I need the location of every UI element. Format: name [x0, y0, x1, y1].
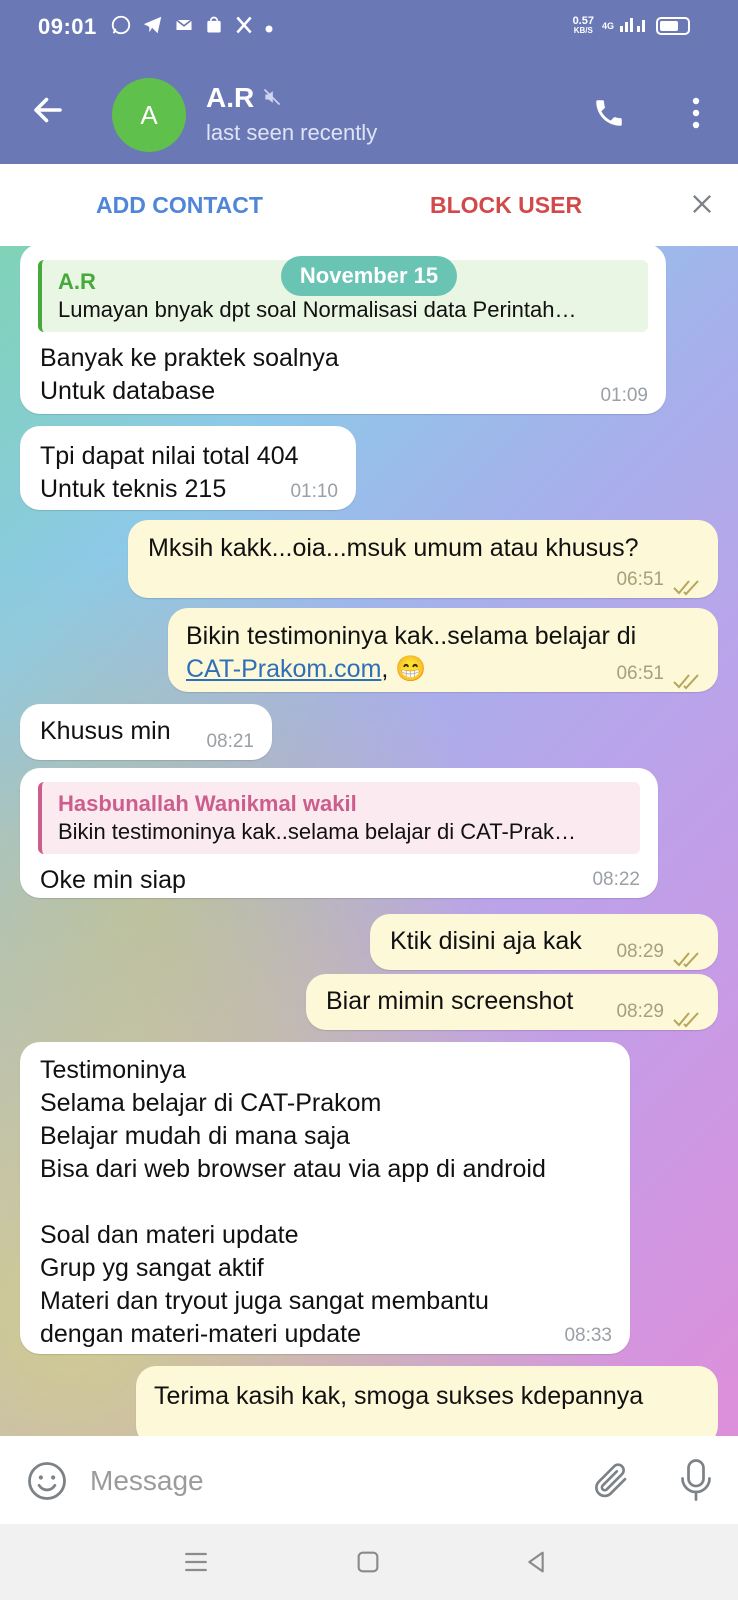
double-check-icon [672, 572, 704, 596]
net-speed-value: 0.57 [572, 14, 594, 27]
block-user-button[interactable]: BLOCK USER [430, 192, 582, 219]
message-time: 08:22 [592, 869, 640, 890]
net-speed-unit: KB/S [573, 25, 593, 35]
contact-name: A.R [206, 82, 255, 113]
contact-action-bar: ADD CONTACT BLOCK USER [0, 164, 738, 247]
menu-icon[interactable] [180, 1546, 212, 1578]
muted-icon [262, 82, 282, 114]
message-time: 06:51 [616, 569, 664, 590]
message-text: Materi dan tryout juga sangat membantu [40, 1287, 489, 1315]
contact-name-row[interactable]: A.R [206, 82, 282, 114]
status-time: 09:01 [38, 14, 97, 39]
battery-icon [656, 16, 690, 35]
message-text: Banyak ke praktek soalnya [40, 344, 339, 372]
signal-icon [618, 14, 648, 37]
message-bubble-incoming[interactable]: Testimoninya Selama belajar di CAT-Prako… [20, 1042, 630, 1354]
attach-icon[interactable] [590, 1458, 630, 1502]
message-time: 01:10 [290, 481, 338, 502]
message-composer [0, 1436, 738, 1524]
message-bubble-incoming[interactable]: Hasbunallah Wanikmal wakil Bikin testimo… [20, 768, 658, 898]
whatsapp-icon [110, 14, 132, 42]
phone-icon[interactable] [592, 96, 626, 130]
chat-area[interactable]: November 15 A.R Lumayan bnyak dpt soal N… [0, 246, 738, 1436]
message-text: , 😁 [381, 655, 427, 683]
shopping-bag-icon [204, 15, 224, 41]
message-bubble-outgoing[interactable]: Mksih kakk...oia...msuk umum atau khusus… [128, 520, 718, 598]
status-bar: 09:01 0.57 KB/S 4G [0, 0, 738, 58]
website-link[interactable]: CAT-Prakom.com [186, 655, 381, 683]
message-time: 08:29 [616, 941, 664, 962]
reply-text: Lumayan bnyak dpt soal Normalisasi data … [58, 297, 577, 322]
message-bubble-outgoing[interactable]: Bikin testimoninya kak..selama belajar d… [168, 608, 718, 692]
message-text [40, 1186, 610, 1219]
double-check-icon [672, 944, 704, 968]
more-options-icon[interactable] [684, 96, 708, 130]
message-text: Selama belajar di CAT-Prakom [40, 1089, 382, 1117]
message-time: 08:33 [564, 1325, 612, 1346]
add-contact-button[interactable]: ADD CONTACT [96, 192, 263, 219]
dot-icon [264, 17, 274, 40]
double-check-icon [672, 666, 704, 690]
message-text: Bikin testimoninya kak..selama belajar d… [186, 622, 637, 650]
system-icons: 0.57 KB/S 4G [573, 14, 690, 37]
date-chip: November 15 [281, 256, 457, 296]
message-text: Untuk database [40, 377, 216, 405]
message-bubble-incoming[interactable]: Tpi dapat nilai total 404 Untuk teknis 2… [20, 426, 356, 510]
network-type: 4G [601, 20, 614, 31]
message-bubble-outgoing[interactable]: Terima kasih kak, smoga sukses kdepannya [136, 1366, 718, 1436]
message-text: Tpi dapat nilai total 404 [40, 442, 299, 470]
back-arrow-icon[interactable] [30, 92, 66, 128]
message-time: 01:09 [600, 385, 648, 406]
chat-header: A A.R last seen recently [0, 58, 738, 164]
message-text: dengan materi-materi update [40, 1320, 362, 1348]
telegram-icon [142, 14, 164, 42]
message-bubble-outgoing[interactable]: Biar mimin screenshot 08:29 [306, 974, 718, 1030]
message-bubble-outgoing[interactable]: Ktik disini aja kak 08:29 [370, 914, 718, 970]
back-triangle-icon[interactable] [520, 1546, 552, 1578]
message-text: Terima kasih kak, smoga sukses kdepannya [154, 1382, 644, 1410]
reply-sender: Hasbunallah Wanikmal wakil [58, 791, 357, 816]
message-text: Oke min siap [40, 866, 186, 894]
message-time: 08:21 [206, 731, 254, 752]
message-text: Mksih kakk...oia...msuk umum atau khusus… [148, 534, 639, 562]
message-text: Soal dan materi update [40, 1221, 299, 1249]
mail-icon [174, 15, 194, 41]
message-text: Grup yg sangat aktif [40, 1254, 264, 1282]
last-seen-status: last seen recently [206, 120, 378, 145]
notification-icons [110, 14, 274, 42]
avatar[interactable]: A [112, 78, 186, 152]
double-check-icon [672, 1004, 704, 1028]
message-text: Bisa dari web browser atau via app di an… [40, 1155, 546, 1183]
system-nav-bar [0, 1524, 738, 1600]
reply-text: Bikin testimoninya kak..selama belajar d… [58, 819, 577, 844]
home-icon[interactable] [352, 1546, 384, 1578]
emoji-icon[interactable] [26, 1460, 68, 1502]
microphone-icon[interactable] [678, 1456, 714, 1504]
message-text: Testimoninya [40, 1056, 186, 1084]
message-time: 06:51 [616, 663, 664, 684]
message-text: Belajar mudah di mana saja [40, 1122, 350, 1150]
message-time: 08:29 [616, 1001, 664, 1022]
reply-preview[interactable]: Hasbunallah Wanikmal wakil Bikin testimo… [38, 782, 640, 854]
message-bubble-incoming[interactable]: Khusus min 08:21 [20, 704, 272, 760]
message-input[interactable] [88, 1458, 562, 1504]
close-icon[interactable] [688, 190, 716, 218]
x-icon [234, 15, 254, 41]
